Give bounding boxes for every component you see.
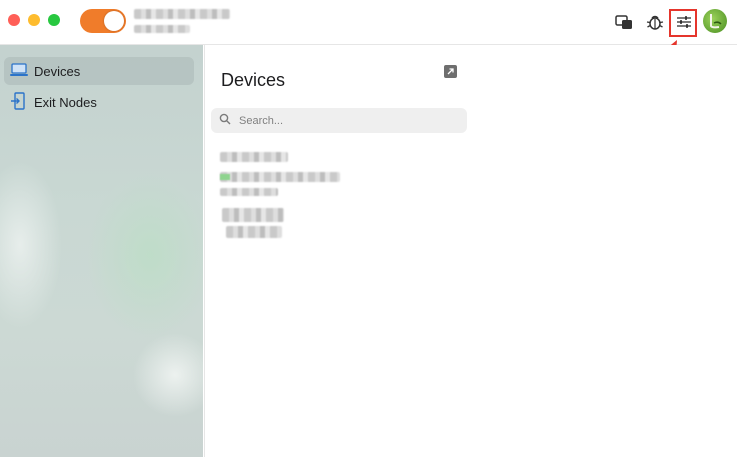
- device-detail-redacted: [226, 226, 282, 238]
- sidebar-item-label: Devices: [34, 63, 81, 79]
- account-name-redacted: [134, 9, 230, 19]
- sidebar-item-label: Exit Nodes: [34, 94, 97, 110]
- laptop-icon: [10, 62, 28, 80]
- zoom-window-button[interactable]: [48, 14, 60, 26]
- sidebar-item-exit-nodes[interactable]: Exit Nodes: [4, 88, 194, 116]
- minimize-window-button[interactable]: [28, 14, 40, 26]
- page-title: Devices: [221, 70, 286, 90]
- vpn-toggle[interactable]: [80, 9, 126, 33]
- detail-pane: [475, 45, 737, 457]
- device-name-redacted: [222, 208, 284, 222]
- avatar[interactable]: [703, 9, 727, 33]
- account-subtitle-redacted: [134, 25, 190, 33]
- search-bar: [211, 108, 467, 133]
- open-external-icon[interactable]: [444, 65, 457, 78]
- list-item[interactable]: [214, 148, 354, 198]
- close-window-button[interactable]: [8, 14, 20, 26]
- device-address-redacted: [220, 172, 340, 182]
- online-status-indicator: [220, 174, 230, 180]
- toggle-knob: [104, 11, 124, 31]
- device-detail-redacted: [220, 188, 278, 196]
- exit-door-icon: [10, 91, 28, 113]
- search-input[interactable]: [237, 113, 461, 128]
- devices-list-pane: [204, 45, 476, 457]
- search-icon: [219, 112, 231, 130]
- list-item[interactable]: [220, 206, 290, 240]
- sidebar-item-devices[interactable]: Devices: [4, 57, 194, 85]
- device-name-redacted: [220, 152, 288, 162]
